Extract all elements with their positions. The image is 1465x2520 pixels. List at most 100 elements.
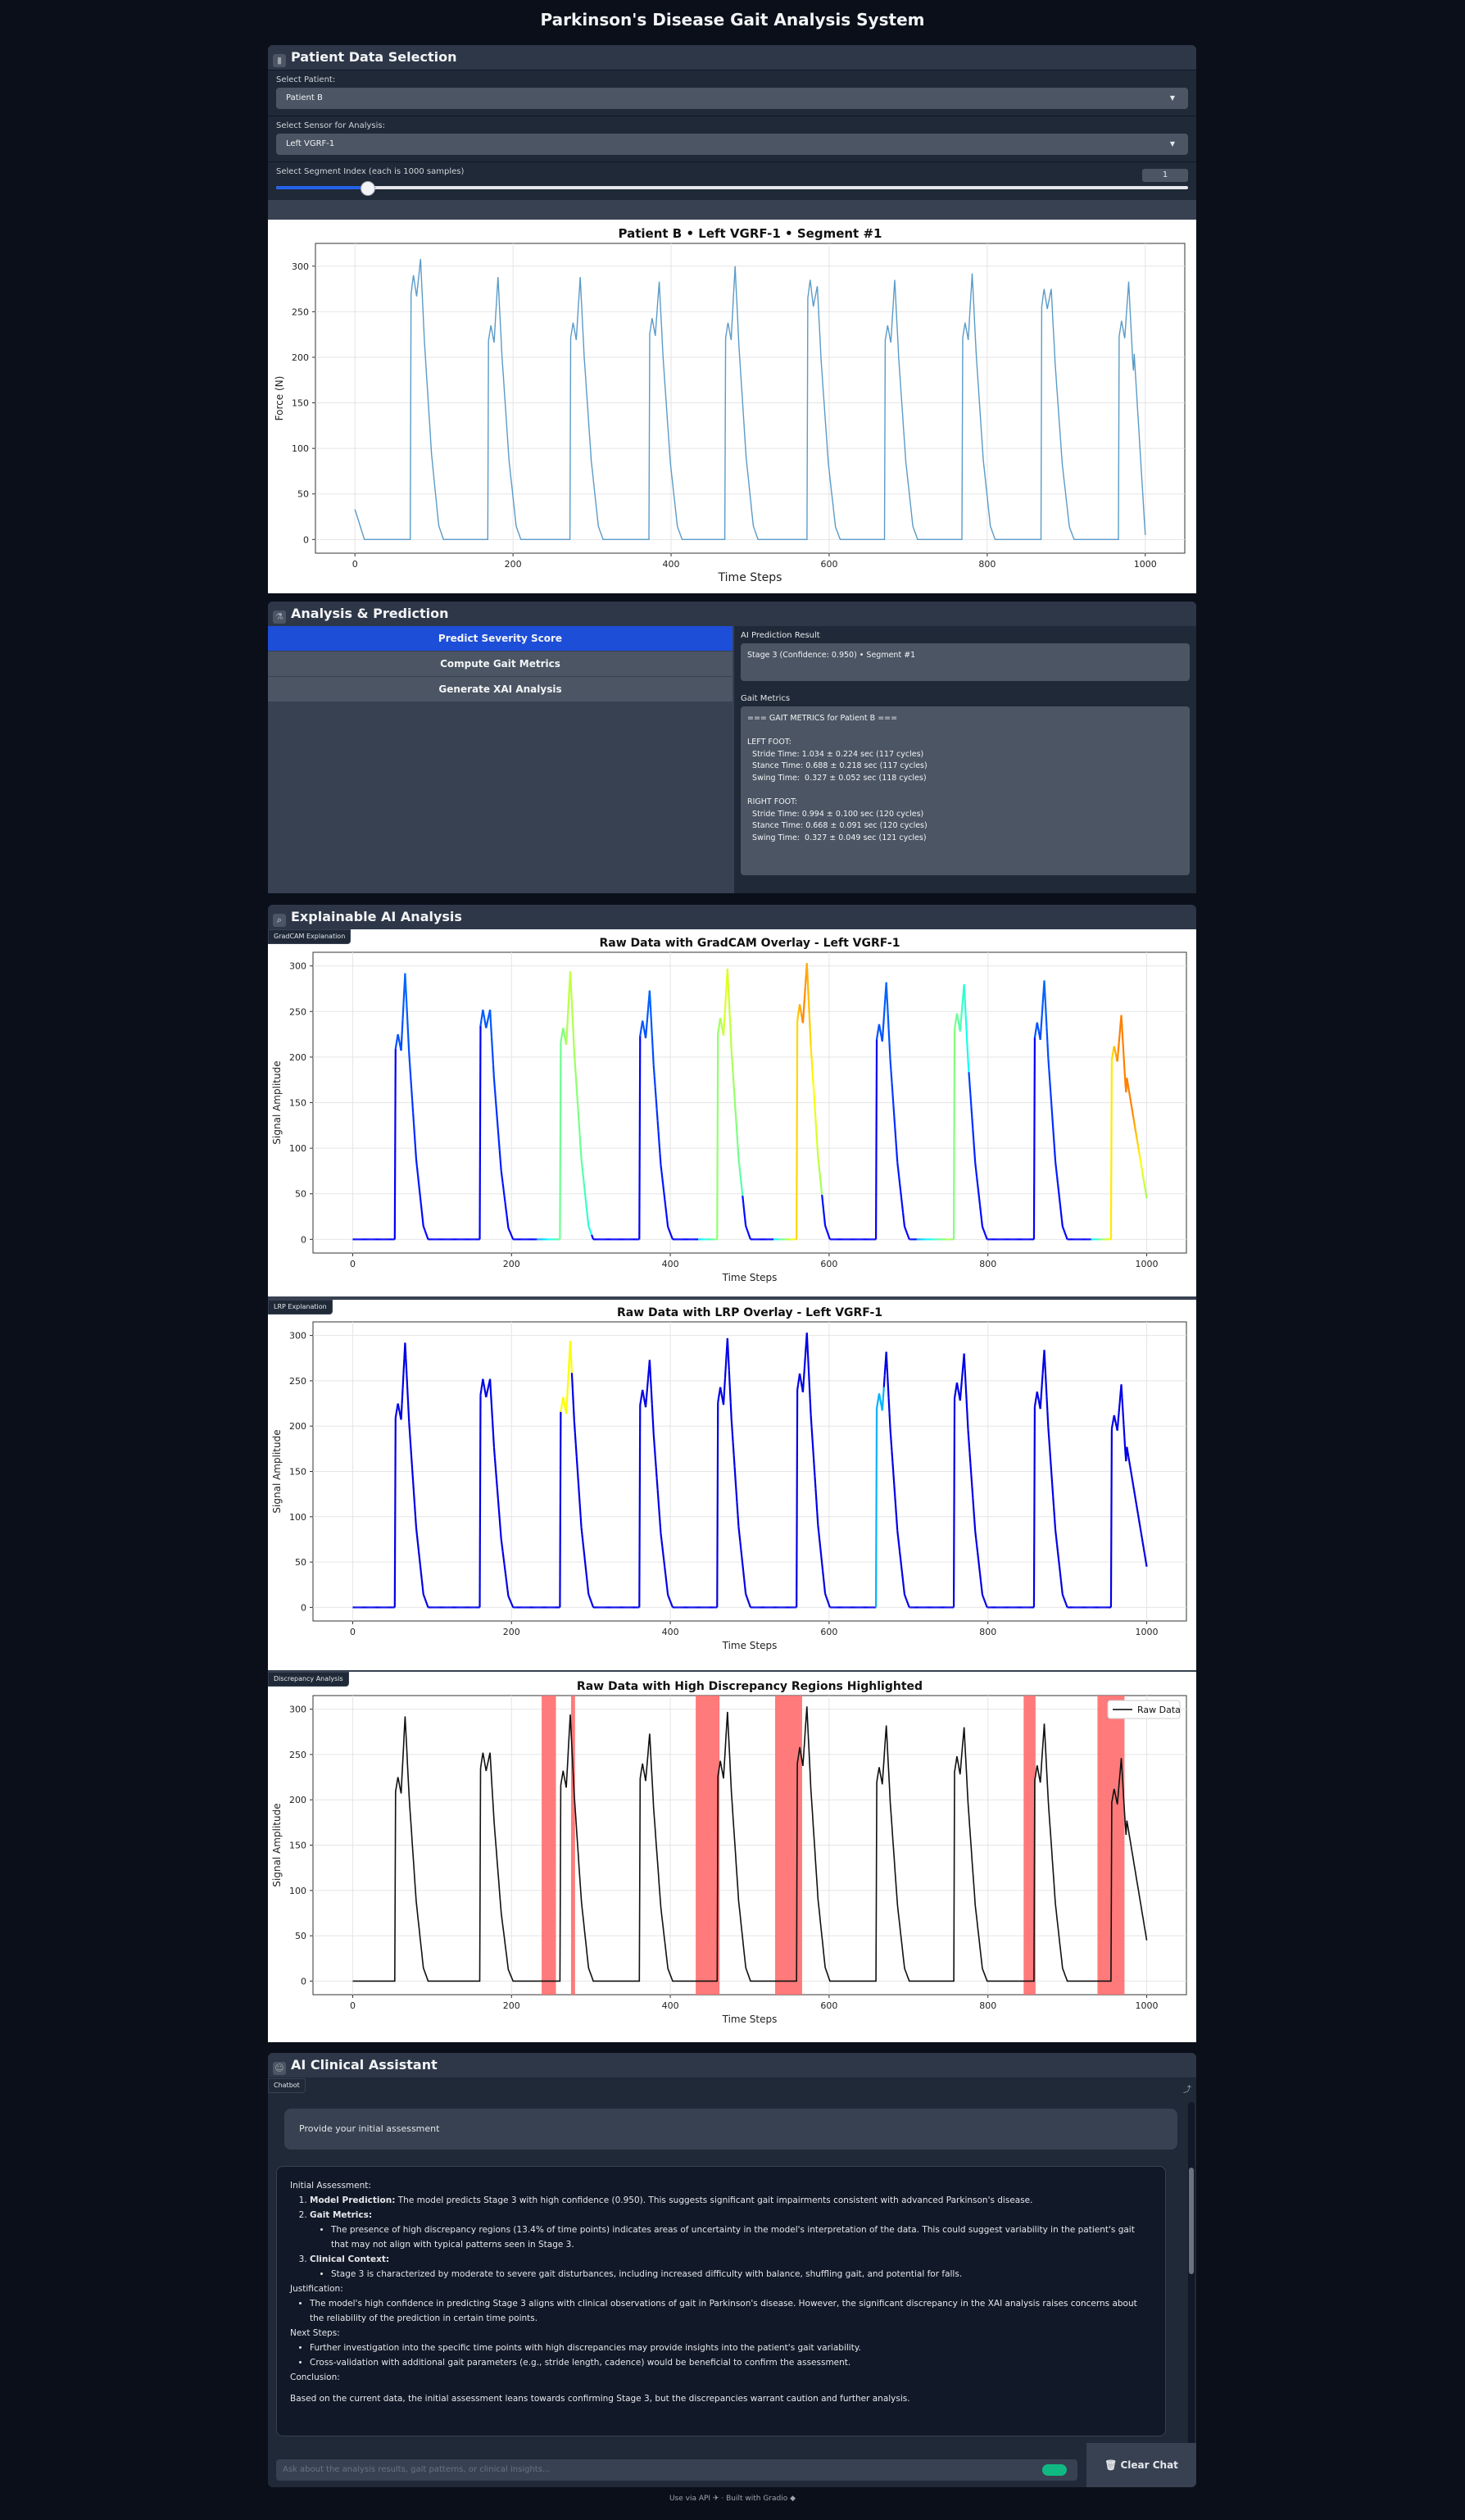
segment-slider-fill (276, 186, 368, 189)
patient-label: Select Patient: (276, 75, 336, 84)
y-tick-label: 150 (289, 1467, 306, 1478)
data-segment (734, 1110, 737, 1123)
x-tick-label: 800 (979, 1259, 996, 1269)
data-segment (652, 1065, 655, 1077)
data-segment (665, 1213, 669, 1220)
data-segment (878, 1393, 882, 1398)
data-segment (1127, 1083, 1130, 1088)
data-segment (651, 1035, 654, 1051)
segment-number-input[interactable]: 1 (1142, 169, 1188, 182)
compute-gait-metrics-button[interactable]: Compute Gait Metrics (268, 652, 732, 677)
patient-select[interactable]: Patient B ▼ (276, 88, 1188, 109)
data-segment (657, 1131, 660, 1143)
api-link[interactable]: Use via API (669, 2495, 710, 2503)
y-tick-label: 300 (292, 261, 309, 272)
prediction-label: AI Prediction Result (741, 631, 820, 640)
data-segment (1045, 1380, 1048, 1396)
sensor-select[interactable]: Left VGRF-1 ▼ (276, 134, 1188, 155)
segment-slider-thumb[interactable] (361, 181, 376, 196)
data-segment (798, 1373, 802, 1378)
lrp-chart: 0 50 100 150 200 250 300 0 200 400 600 800 1000 Raw D… (271, 1306, 1187, 1651)
metrics-output[interactable]: === GAIT METRICS for Patient B === LEFT … (741, 706, 1190, 875)
data-segment (887, 1382, 890, 1398)
share-icon[interactable]: ⤴ (1183, 2082, 1193, 2095)
chat-input[interactable]: Ask about the analysis results, gait pat… (276, 2459, 1077, 2481)
data-segment (500, 1538, 503, 1546)
data-segment (1053, 1138, 1056, 1151)
data-segment (1120, 1015, 1123, 1029)
data-segment (748, 1605, 752, 1608)
data-segment (1064, 1233, 1067, 1236)
data-segment (978, 1205, 982, 1213)
generate-xai-button[interactable]: Generate XAI Analysis (268, 677, 732, 702)
data-segment (479, 1019, 483, 1026)
chat-scrollbar-thumb[interactable] (1189, 2168, 1194, 2274)
data-segment (979, 1212, 983, 1220)
assistant-section-title: AI Clinical Assistant (291, 2057, 438, 2073)
data-segment (975, 1537, 978, 1546)
data-segment (1118, 1033, 1121, 1043)
data-segment (821, 1194, 824, 1203)
data-segment (901, 1580, 905, 1588)
data-segment (506, 1589, 510, 1596)
data-segment (797, 1378, 801, 1385)
data-segment (891, 1093, 895, 1106)
data-segment (577, 1479, 580, 1492)
data-segment (502, 1189, 506, 1196)
data-segment (960, 1002, 964, 1013)
data-segment (1133, 1494, 1137, 1500)
data-segment (732, 1442, 735, 1455)
prediction-output[interactable]: Stage 3 (Confidence: 0.950) • Segment #1 (741, 643, 1190, 681)
data-segment (732, 1455, 736, 1467)
data-segment (874, 1039, 878, 1240)
data-segment (969, 1463, 973, 1475)
data-segment (819, 1179, 823, 1187)
segment-slider[interactable] (276, 181, 1188, 196)
data-segment (420, 1572, 423, 1580)
data-segment (719, 1017, 723, 1023)
data-segment (664, 1567, 667, 1575)
data-segment (562, 1396, 565, 1402)
gradio-link[interactable]: Built with Gradio (726, 2495, 787, 2503)
x-tick-label: 200 (505, 559, 522, 570)
y-tick-label: 0 (303, 534, 309, 545)
data-segment (1061, 1226, 1064, 1229)
data-segment (669, 1601, 673, 1604)
data-segment (492, 1433, 496, 1448)
data-segment (1138, 1523, 1141, 1529)
data-segment (827, 1234, 830, 1237)
bot-item-text: The model predicts Stage 3 with high con… (395, 2195, 1033, 2205)
chat-scrollbar[interactable] (1188, 2102, 1195, 2446)
data-segment (485, 1393, 488, 1398)
data-segment (566, 1384, 569, 1400)
analysis-section-header: ⚗ Analysis & Prediction (268, 602, 1196, 626)
data-segment (982, 1596, 985, 1600)
clear-chat-button[interactable]: 🗑 Clear Chat (1086, 2443, 1196, 2487)
data-segment (875, 1033, 879, 1040)
data-segment (1142, 1178, 1145, 1184)
data-segment (737, 1158, 741, 1166)
data-segment (645, 1019, 649, 1029)
x-tick-label: 600 (820, 2000, 837, 2011)
data-segment (501, 1176, 504, 1183)
data-segment (660, 1171, 664, 1179)
data-segment (1113, 1046, 1116, 1051)
robot-icon: ☺ (273, 2062, 286, 2075)
predict-severity-button[interactable]: Predict Severity Score (268, 626, 732, 652)
data-segment (406, 1005, 409, 1022)
data-segment (891, 1451, 894, 1463)
data-segment (720, 1022, 723, 1028)
data-segment (494, 1467, 497, 1478)
data-segment (1123, 1069, 1127, 1083)
data-segment (394, 1412, 397, 1419)
y-tick-label: 100 (289, 1886, 306, 1896)
data-segment (1123, 1437, 1127, 1452)
data-segment (879, 1033, 882, 1038)
data-segment (963, 1353, 966, 1369)
data-segment (883, 994, 887, 1006)
data-segment (643, 1028, 646, 1034)
data-segment (407, 1037, 410, 1054)
y-tick-label: 200 (289, 1052, 306, 1063)
grammarly-icon[interactable] (1042, 2464, 1067, 2476)
data-segment (574, 1075, 578, 1088)
